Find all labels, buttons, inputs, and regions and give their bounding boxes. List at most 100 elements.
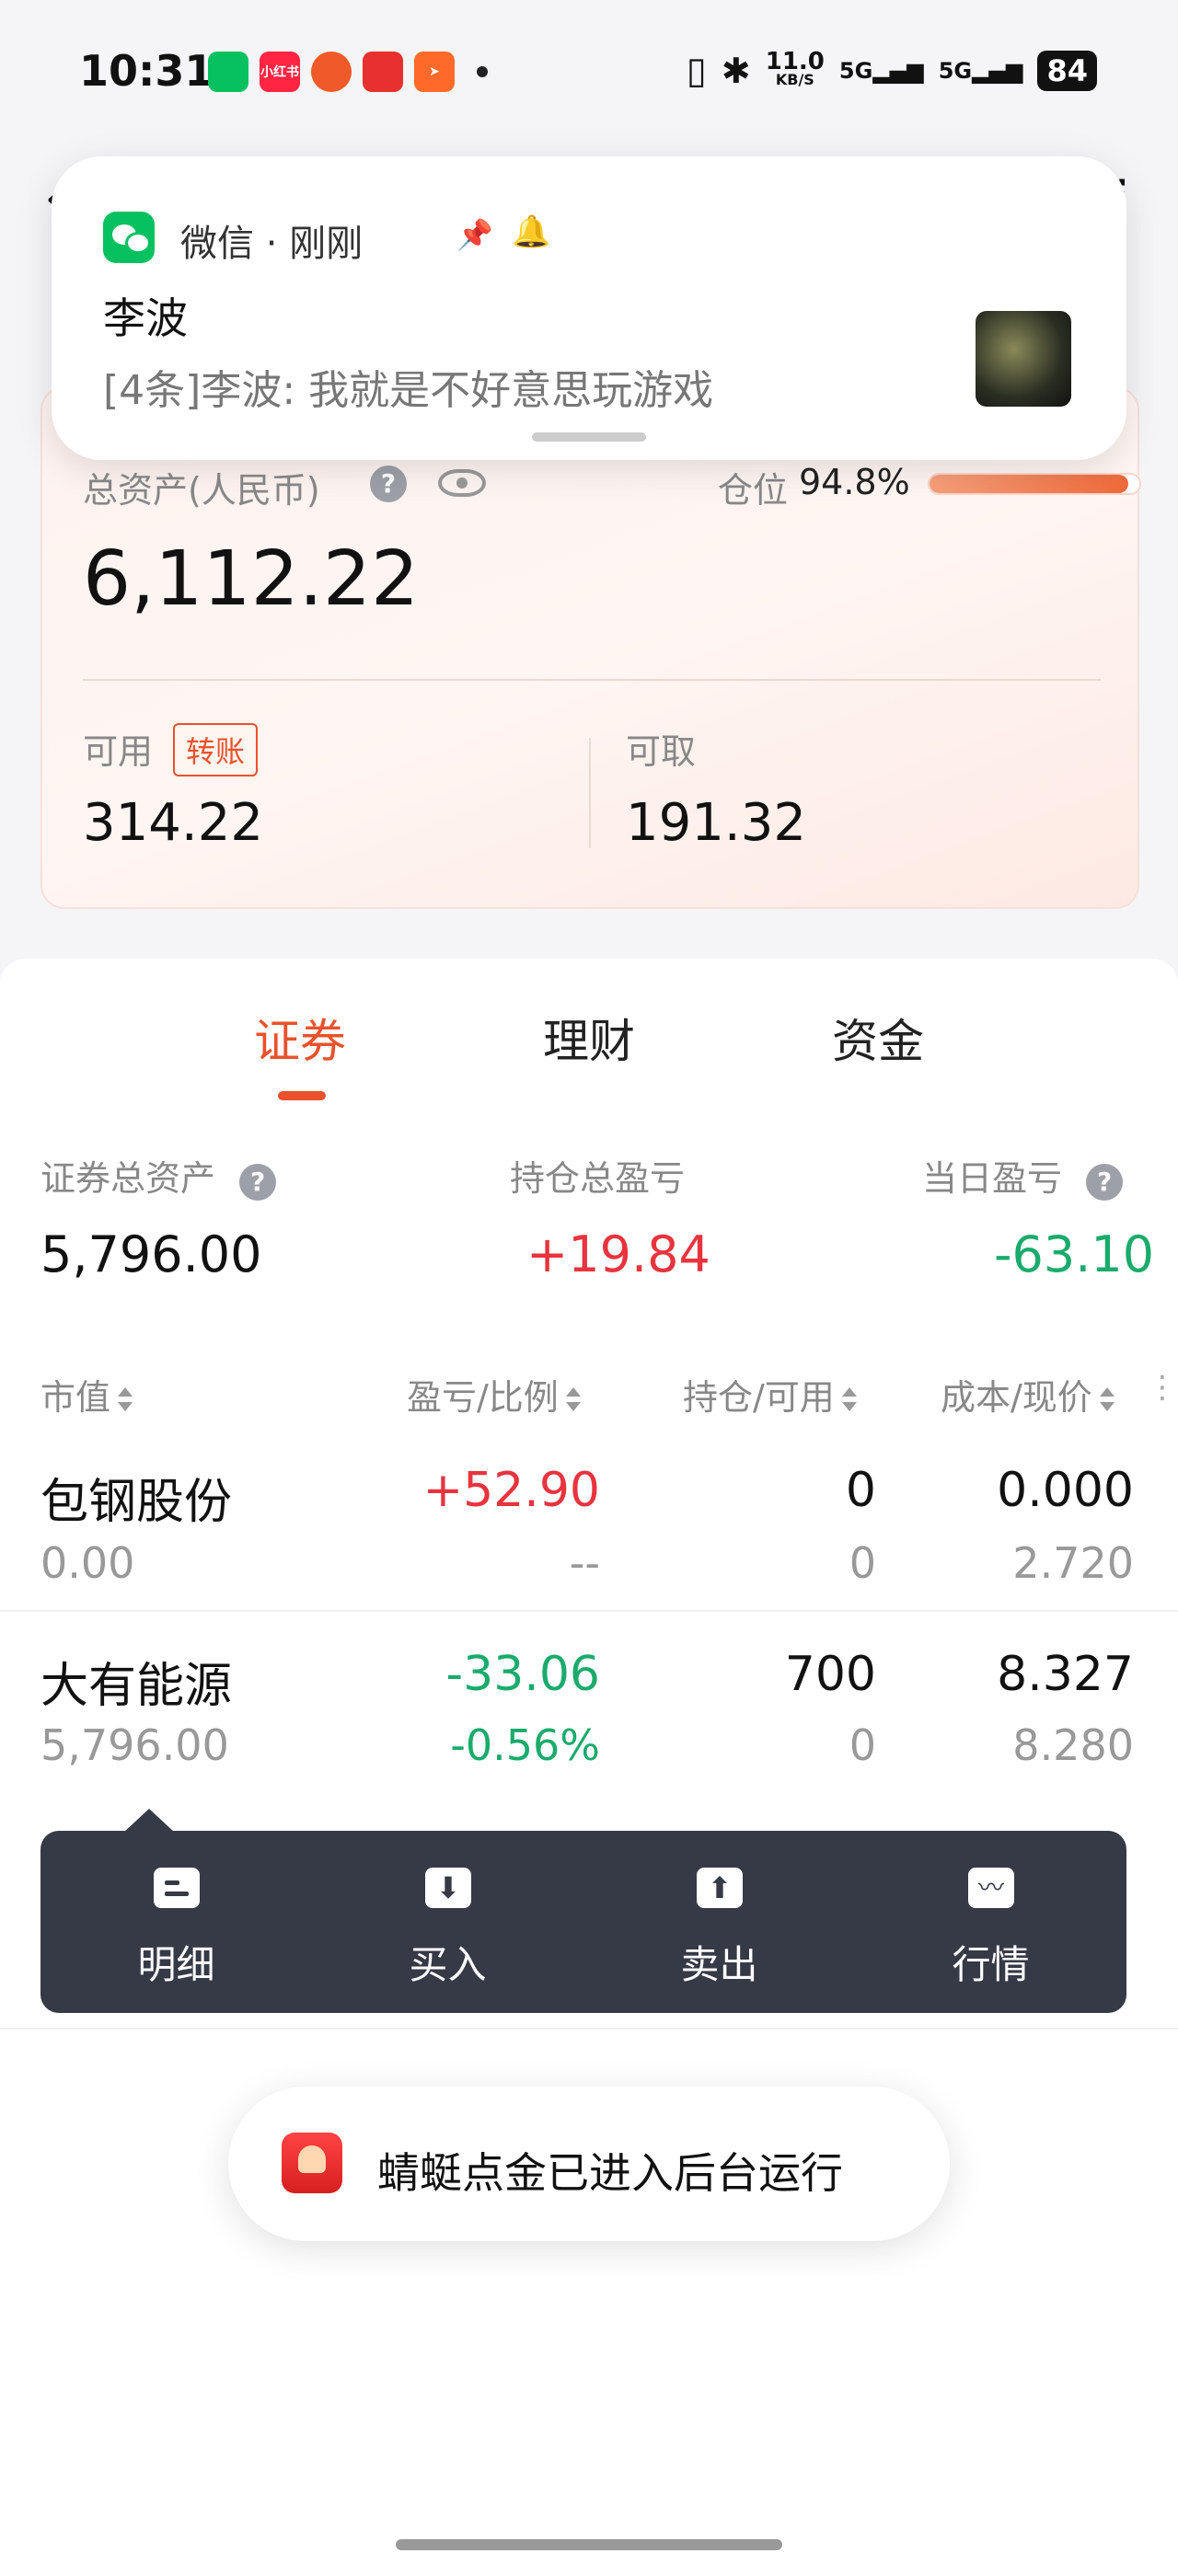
net-speed: 11.0 KB/S — [765, 48, 825, 89]
tab-funds[interactable]: 资金 — [832, 1005, 924, 1071]
home-indicator[interactable] — [396, 2539, 782, 2550]
vibrate-icon: ▯ — [686, 50, 707, 92]
daily-pl-value: -63.10 — [994, 1225, 1155, 1283]
holding-pl-value: +19.84 — [526, 1225, 710, 1283]
column-header-label: 市值 — [40, 1377, 111, 1418]
column-header-holding[interactable]: 持仓/可用 — [683, 1369, 859, 1420]
market-value: 0.00 — [40, 1538, 135, 1588]
net-speed-value: 11.0 — [765, 48, 825, 75]
sort-icon — [564, 1384, 583, 1417]
pl-ratio: -- — [569, 1538, 600, 1588]
row-divider — [0, 1610, 1178, 1612]
more-columns-icon[interactable]: ⋮ — [1147, 1369, 1178, 1406]
toast-text: 蜻蜓点金已进入后台运行 — [377, 2148, 843, 2198]
tab-active-indicator — [278, 1091, 326, 1100]
wechat-notification[interactable]: 微信 · 刚刚 📌 🔔 李波 [4条]李波: 我就是不好意思玩游戏 — [52, 156, 1126, 460]
system-icons: ▯ ✱ 11.0 KB/S 5G▂▄▆ 5G▂▄▆ 84 — [687, 50, 1097, 92]
row-action-menu: 明细 买入 卖出 行情 — [40, 1831, 1126, 2013]
signal-icon-1: 5G▂▄▆ — [838, 58, 924, 84]
qingting-app-icon — [282, 2133, 342, 2193]
signal-2-label: 5G — [938, 58, 973, 84]
notification-message: [4条]李波: 我就是不好意思玩游戏 — [103, 367, 714, 414]
detail-icon — [154, 1868, 200, 1908]
status-time: 10:31 — [79, 46, 214, 96]
pin-icon[interactable]: 📌 — [456, 217, 493, 252]
xiaohongshu-icon: 小红书 — [260, 52, 300, 92]
tab-wealth[interactable]: 理财 — [543, 1005, 635, 1071]
wechat-icon — [103, 212, 155, 263]
pl-value: +52.90 — [422, 1463, 600, 1518]
notification-sender: 李波 — [103, 293, 188, 343]
sort-icon — [116, 1384, 134, 1417]
market-button[interactable]: 行情 — [855, 1831, 1126, 2013]
available-qty: 0 — [849, 1538, 876, 1588]
stock-name: 大有能源 — [40, 1659, 233, 1714]
stock-name: 包钢股份 — [40, 1475, 233, 1530]
pl-ratio: -0.56% — [450, 1720, 600, 1770]
list-bottom-divider — [0, 2028, 1178, 2030]
download-arrow-icon — [425, 1868, 471, 1908]
current-price: 8.280 — [1012, 1720, 1134, 1770]
column-header-label: 成本/现价 — [941, 1377, 1092, 1418]
detail-button[interactable]: 明细 — [40, 1831, 312, 2013]
action-label: 行情 — [952, 1942, 1030, 1987]
position-label: 仓位 — [718, 470, 789, 511]
tab-securities[interactable]: 证券 — [254, 1005, 346, 1071]
withdrawable-value: 191.32 — [626, 793, 806, 853]
action-label: 明细 — [137, 1942, 215, 1987]
help-icon[interactable]: ? — [370, 466, 407, 502]
securities-assets-label-text: 证券总资产 — [40, 1158, 216, 1199]
card-divider — [83, 679, 1101, 681]
bell-icon[interactable]: 🔔 — [512, 213, 550, 250]
column-header-market-value[interactable]: 市值 — [40, 1369, 134, 1420]
help-icon[interactable]: ? — [1086, 1164, 1124, 1201]
buy-button[interactable]: 买入 — [312, 1831, 583, 2013]
wechat-icon — [208, 52, 248, 92]
securities-panel: 证券 理财 资金 证券总资产 ? 5,796.00 持仓总盈亏 +19.84 当… — [0, 959, 1178, 2576]
transfer-button[interactable]: 转账 — [173, 723, 259, 776]
total-assets-value: 6,112.22 — [83, 535, 420, 623]
column-header-pl[interactable]: 盈亏/比例 — [407, 1369, 583, 1420]
total-assets-label: 总资产(人民币) — [83, 470, 320, 511]
holding-qty: 700 — [784, 1647, 876, 1702]
vertical-divider — [589, 738, 591, 848]
holding-pl-label: 持仓总盈亏 — [510, 1158, 686, 1199]
net-speed-unit: KB/S — [775, 71, 814, 88]
column-header-cost-price[interactable]: 成本/现价 — [941, 1369, 1116, 1420]
popup-arrow — [123, 1809, 175, 1833]
action-label: 买入 — [409, 1942, 487, 1987]
background-running-toast: 蜻蜓点金已进入后台运行 — [228, 2087, 950, 2241]
position-value: 94.8% — [799, 462, 910, 502]
position-progress-bar — [928, 473, 1141, 495]
status-bar: 10:31 小红书 ➤ ▯ ✱ 11.0 KB/S 5G▂▄▆ 5G▂▄▆ 84 — [0, 0, 1178, 147]
holding-qty: 0 — [845, 1463, 876, 1518]
market-value: 5,796.00 — [40, 1720, 229, 1770]
eye-icon[interactable] — [438, 469, 486, 497]
notification-drag-handle[interactable] — [532, 432, 646, 442]
pl-value: -33.06 — [445, 1647, 600, 1702]
cost-price: 8.327 — [997, 1647, 1134, 1702]
securities-assets-label: 证券总资产 ? — [40, 1150, 277, 1201]
available-label: 可用 — [83, 731, 154, 772]
game-icon — [311, 52, 352, 92]
sort-icon — [840, 1384, 859, 1417]
help-icon[interactable]: ? — [239, 1164, 277, 1201]
position-progress-fill — [930, 475, 1129, 493]
daily-pl-label: 当日盈亏 ? — [922, 1150, 1124, 1201]
available-qty: 0 — [849, 1720, 876, 1770]
battery-icon: 84 — [1037, 51, 1097, 91]
qingting-icon — [363, 52, 403, 92]
signal-1-label: 5G — [838, 58, 873, 84]
send-icon: ➤ — [414, 52, 455, 92]
asset-card: 总资产(人民币) ? 仓位 94.8% 6,112.22 可用 转账 314.2… — [40, 386, 1141, 909]
securities-assets-value: 5,796.00 — [40, 1225, 262, 1283]
sender-avatar — [976, 311, 1071, 407]
daily-pl-label-text: 当日盈亏 — [922, 1158, 1063, 1199]
chart-line-icon — [968, 1868, 1014, 1908]
column-header-label: 持仓/可用 — [683, 1377, 835, 1418]
current-price: 2.720 — [1012, 1538, 1134, 1588]
available-value: 314.22 — [83, 793, 263, 853]
sell-button[interactable]: 卖出 — [583, 1831, 855, 2013]
notification-app-name: 微信 · 刚刚 — [180, 223, 364, 265]
cost-price: 0.000 — [997, 1463, 1134, 1518]
